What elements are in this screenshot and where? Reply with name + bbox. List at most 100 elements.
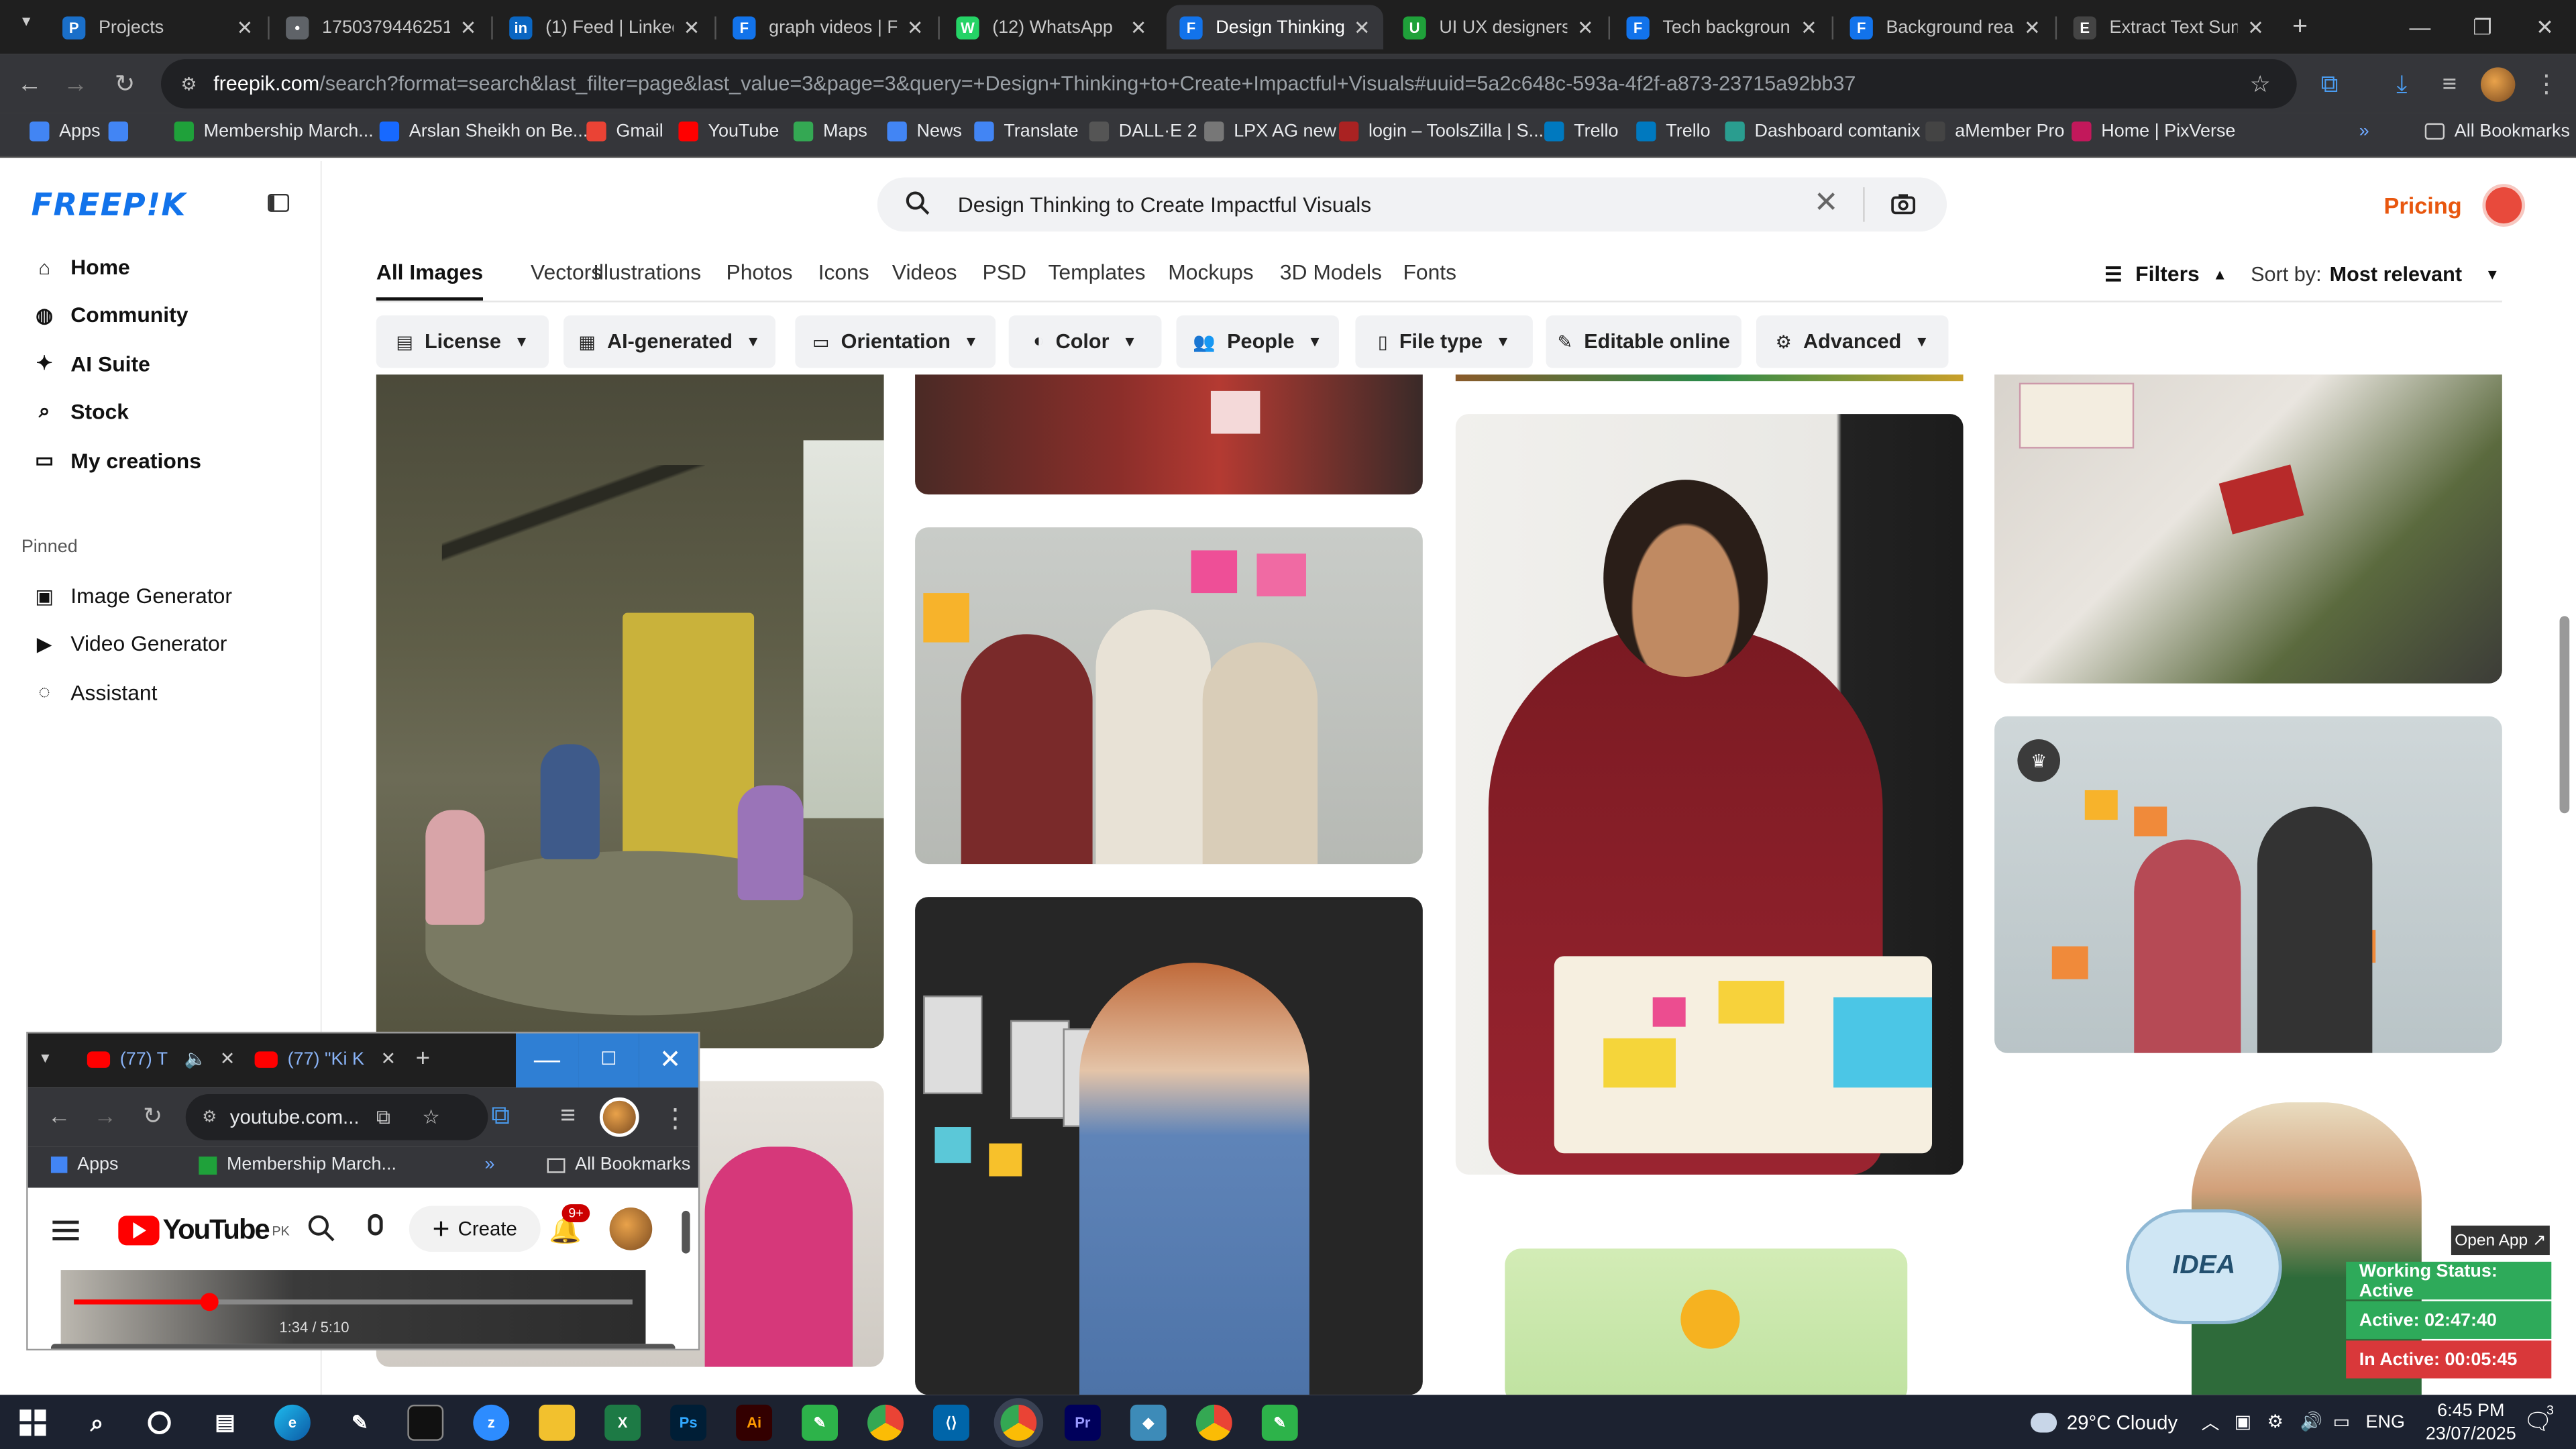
- bookmark-item[interactable]: aMember Pro: [1925, 121, 2065, 142]
- sidebar-item-ai-suite[interactable]: ✦ AI Suite: [33, 352, 150, 376]
- all-bookmarks[interactable]: All Bookmarks: [2424, 121, 2570, 142]
- sort-dropdown[interactable]: Most relevant ▼: [2330, 263, 2500, 286]
- category-tab[interactable]: PSD: [983, 260, 1026, 284]
- photoshop-icon[interactable]: Ps: [670, 1404, 707, 1441]
- progress-bar[interactable]: [74, 1299, 633, 1305]
- bookmark-star-icon[interactable]: ☆: [2250, 70, 2271, 98]
- sidebar-item-community[interactable]: ◍ Community: [33, 303, 188, 328]
- clock[interactable]: 6:45 PM 23/07/2025: [2422, 1400, 2520, 1446]
- bookmark-item[interactable]: login – ToolsZilla | S...: [1338, 121, 1544, 142]
- browser-tab[interactable]: • 1750379446251 (✕: [273, 5, 490, 49]
- minimize-button[interactable]: —: [2389, 0, 2451, 54]
- address-bar[interactable]: ⚙ youtube.com... ⧉ ☆: [185, 1094, 488, 1140]
- bookmark-item[interactable]: Gmail: [586, 121, 663, 142]
- bookmark-item[interactable]: DALL·E 2: [1089, 121, 1197, 142]
- horizontal-scrollbar[interactable]: [50, 1344, 676, 1349]
- reload-icon[interactable]: ↻: [143, 1102, 162, 1130]
- camera-search-icon[interactable]: [1891, 193, 1916, 221]
- chrome-icon[interactable]: [867, 1404, 904, 1441]
- account-avatar[interactable]: [609, 1208, 653, 1250]
- microphone-icon[interactable]: [368, 1214, 383, 1236]
- category-tab[interactable]: Photos: [726, 260, 792, 284]
- bookmark-membership[interactable]: Membership March...: [199, 1155, 396, 1175]
- back-icon[interactable]: ←: [48, 1102, 70, 1128]
- close-tab-icon[interactable]: ✕: [2247, 15, 2264, 38]
- language-indicator[interactable]: ENG: [2366, 1395, 2405, 1449]
- app-green-icon[interactable]: ✎: [1261, 1404, 1298, 1441]
- terminal-icon[interactable]: [407, 1404, 444, 1441]
- filter-people[interactable]: 👥 People ▼: [1176, 315, 1339, 368]
- close-tab-icon[interactable]: ✕: [1801, 15, 1817, 38]
- tray-app-icon[interactable]: ⚙: [2267, 1395, 2284, 1449]
- cortana-icon[interactable]: [142, 1405, 178, 1441]
- bookmark-item[interactable]: Translate: [974, 121, 1079, 142]
- result-image-cards-table[interactable]: [1994, 374, 2502, 684]
- zoom-icon[interactable]: z: [473, 1404, 510, 1441]
- chrome-icon[interactable]: [1195, 1404, 1232, 1441]
- bookmark-item[interactable]: Maps: [793, 121, 867, 142]
- profile-avatar[interactable]: [2480, 67, 2516, 102]
- chrome-icon[interactable]: [1000, 1404, 1037, 1441]
- create-button[interactable]: + Create: [409, 1205, 541, 1252]
- pinned-item-image-generator[interactable]: ▣ Image Generator: [33, 583, 232, 608]
- sidebar-item-stock[interactable]: ⌕ Stock: [33, 400, 129, 425]
- menu-icon[interactable]: ⋮: [2530, 67, 2563, 100]
- result-image-glass-board[interactable]: ♛: [1994, 716, 2502, 1053]
- browser-tab[interactable]: Fgraph videos | Fre ✕: [720, 5, 936, 49]
- bookmark-item[interactable]: [108, 121, 138, 142]
- close-tab-icon[interactable]: ✕: [460, 15, 477, 38]
- browser-tab[interactable]: F Design Thinking t ✕: [1166, 5, 1384, 50]
- youtube-tab[interactable]: (77) T 🔈 ✕: [87, 1048, 235, 1069]
- close-tab-icon[interactable]: ✕: [237, 15, 254, 38]
- pinned-item-video-generator[interactable]: ▶ Video Generator: [33, 631, 227, 656]
- browser-tab[interactable]: F Tech background ✕: [1613, 5, 1830, 49]
- network-icon[interactable]: ▭: [2333, 1395, 2350, 1449]
- filter-ai-generated[interactable]: ▦ AI-generated ▼: [564, 315, 775, 368]
- result-image-strip[interactable]: [1455, 374, 1964, 382]
- hamburger-icon[interactable]: [52, 1220, 79, 1240]
- pen-icon[interactable]: ✎: [341, 1405, 378, 1441]
- result-image-meeting-room[interactable]: [376, 374, 884, 1049]
- filter-license[interactable]: ▤ License ▼: [376, 315, 549, 368]
- profile-avatar[interactable]: [599, 1097, 639, 1137]
- close-tab-icon[interactable]: ✕: [220, 1048, 235, 1069]
- close-tab-icon[interactable]: ✕: [1577, 15, 1594, 38]
- result-image-idea-bulb[interactable]: [1455, 1208, 1964, 1395]
- close-tab-icon[interactable]: ✕: [380, 1048, 396, 1069]
- weather-widget[interactable]: 29°C Cloudy: [2030, 1395, 2178, 1449]
- browser-tab[interactable]: P Projects ✕: [49, 5, 266, 49]
- forward-icon[interactable]: →: [59, 67, 92, 100]
- bookmark-star-icon[interactable]: ☆: [422, 1106, 439, 1128]
- extensions-icon[interactable]: ⧉: [491, 1102, 510, 1132]
- result-image-team-notes[interactable]: [915, 374, 1423, 495]
- forward-icon[interactable]: →: [94, 1102, 117, 1128]
- close-tab-icon[interactable]: ✕: [684, 15, 700, 38]
- youtube-tab[interactable]: (77) "Ki K ✕: [254, 1048, 396, 1069]
- illustrator-icon[interactable]: Ai: [736, 1404, 773, 1441]
- bookmark-item[interactable]: Trello: [1636, 121, 1711, 142]
- browser-tab[interactable]: U UI UX designers to ✕: [1390, 5, 1607, 49]
- category-tab[interactable]: Fonts: [1403, 260, 1456, 284]
- filter-advanced[interactable]: ⚙ Advanced ▼: [1756, 315, 1949, 368]
- category-tab[interactable]: Icons: [818, 260, 869, 284]
- filter-file-type[interactable]: ▯ File type ▼: [1355, 315, 1533, 368]
- speaker-icon[interactable]: 🔊: [2300, 1395, 2323, 1449]
- search-input[interactable]: Design Thinking to Create Impactful Visu…: [958, 193, 1371, 217]
- browser-tab[interactable]: in (1) Feed | LinkedIn ✕: [496, 5, 713, 49]
- search-icon[interactable]: [905, 191, 930, 220]
- category-tab[interactable]: All Images: [376, 260, 484, 301]
- result-image-woman-tablet[interactable]: [915, 897, 1423, 1395]
- category-tab[interactable]: 3D Models: [1280, 260, 1382, 284]
- tab-search-button[interactable]: ▾: [10, 13, 43, 43]
- windows-start-icon[interactable]: [19, 1409, 46, 1436]
- new-tab-button[interactable]: +: [416, 1045, 430, 1073]
- category-tab[interactable]: Videos: [892, 260, 957, 284]
- category-tab[interactable]: Mockups: [1168, 260, 1253, 284]
- sidebar-item-home[interactable]: ⌂ Home: [33, 255, 130, 280]
- maximize-button[interactable]: ❐: [2451, 0, 2514, 54]
- excel-icon[interactable]: X: [604, 1404, 641, 1441]
- bookmark-item[interactable]: Apps: [30, 121, 101, 142]
- collapse-sidebar-icon[interactable]: [268, 193, 290, 212]
- install-icon[interactable]: ⧉: [376, 1105, 390, 1130]
- browser-tab[interactable]: F Background realis ✕: [1837, 5, 2053, 49]
